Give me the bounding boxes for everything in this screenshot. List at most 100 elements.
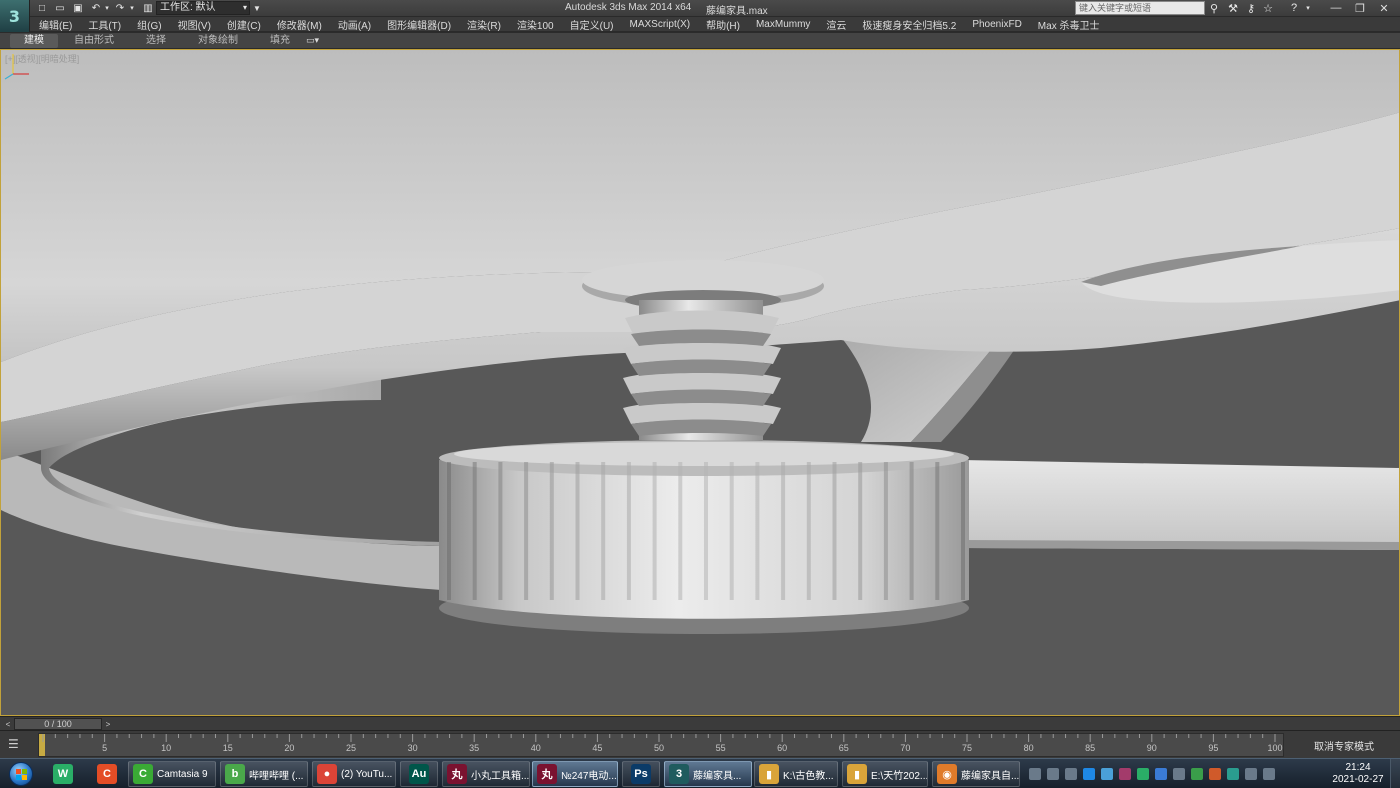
menu-item[interactable]: 图形编辑器(D) [378,17,458,32]
close-button[interactable]: ✕ [1372,0,1396,16]
quick-access-dropdown-icon[interactable]: ▼ [252,1,262,15]
workspace-select[interactable]: 工作区: 默认 ▾ [156,1,250,15]
taskbar-button[interactable]: 丸 №247电动... [532,761,618,787]
camtasia-recorder-icon: C [97,764,117,784]
knob-ridge [832,462,837,600]
taskbar-pinned-app[interactable]: C [90,761,124,787]
menu-item[interactable]: MAXScript(X) [621,19,698,30]
taskbar-button[interactable]: C Camtasia 9 [128,761,216,787]
wrench-icon[interactable]: ⚒ [1226,1,1240,15]
taskbar-button[interactable]: 丸小丸工具箱... [442,761,530,787]
taskbar-button-label: K:\古色教... [783,770,834,782]
qq-icon[interactable] [1083,768,1095,780]
taskbar-pinned-app[interactable]: W [46,761,80,787]
menu-item[interactable]: 工具(T) [79,17,128,32]
ribbon-display-dropdown-icon[interactable]: ▭▾ [306,35,322,46]
ribbon-tab[interactable]: 选择 [130,34,182,48]
application-menu-button[interactable]: 3 [0,0,30,32]
knob-ridge [575,462,580,600]
mini-curve-editor-icon[interactable]: ☰ [8,737,24,751]
app-tray-icon[interactable] [1191,768,1203,780]
taskbar-button[interactable]: Au [400,761,438,787]
menu-item[interactable]: 创建(C) [218,17,268,32]
key-icon[interactable]: ⚷ [1244,1,1258,15]
undo-dropdown-icon[interactable]: ▾ [103,1,111,15]
menu-item[interactable]: 帮助(H) [697,17,747,32]
taskbar-button[interactable]: ◉ 藤编家具自... [932,761,1020,787]
bluetooth-icon[interactable] [1065,768,1077,780]
knob-ridge [781,462,786,600]
taskbar-button[interactable]: b 哔哩哔哩 (... [220,761,308,787]
redo-icon[interactable]: ↷ [114,1,126,15]
menu-item[interactable]: MaxMummy [747,19,817,30]
track-tick-label: 5 [102,743,108,753]
next-frame-button[interactable]: > [102,718,114,730]
menu-item[interactable]: 极速瘦身安全归档5.2 [853,17,963,32]
open-file-icon[interactable]: ▭ [54,1,66,15]
app-tray-icon[interactable] [1119,768,1131,780]
network-icon[interactable] [1047,768,1059,780]
windows-taskbar: 21:24 2021-02-27 W C C Camtasia 9 b 哔哩哔哩 (...… [0,758,1400,788]
taskbar-button[interactable]: Ps [622,761,660,787]
menu-item[interactable]: 视图(V) [169,17,218,32]
sync-icon[interactable] [1155,768,1167,780]
app-window: 3 □ ▭ ▣ ↶ ▾ ↷ ▾ ▥ 工作区: 默认 ▾ ▼ Autodesk 3d… [0,0,1400,788]
flag-icon[interactable] [1263,768,1275,780]
menu-item[interactable]: 编辑(E) [30,17,79,32]
binoculars-icon[interactable]: ⚲ [1207,1,1221,15]
help-icon[interactable]: ? [1287,1,1301,15]
clock[interactable]: 21:24 2021-02-27 [1330,762,1386,786]
knob-ridge [806,462,811,600]
menu-bar: 编辑(E) 工具(T) 组(G) 视图(V) 创建(C) 修改器(M) 动画(A) 图形编辑器… [30,17,1400,32]
hold-icon[interactable]: ▥ [142,1,154,15]
menu-item[interactable]: 渲染100 [508,17,561,32]
expert-mode-button[interactable]: 取消专家模式 [1290,733,1398,757]
battery-icon[interactable] [1173,768,1185,780]
shield-icon[interactable] [1209,768,1221,780]
search-input[interactable]: 键入关键字或短语 [1075,1,1205,15]
perspective-viewport[interactable]: [+][透视][明暗处理] [0,49,1400,716]
track-tick-label: 60 [777,743,788,753]
ribbon-tab[interactable]: 填充 [254,34,306,48]
menu-item[interactable]: 组(G) [128,17,168,32]
taskbar-button[interactable]: ● (2) YouTu... [312,761,396,787]
taskbar-button[interactable]: ▮ K:\古色教... [754,761,838,787]
menu-item[interactable]: 修改器(M) [268,17,329,32]
ribbon-tab[interactable]: 自由形式 [58,34,130,48]
xiaowan-icon: 丸 [447,764,467,784]
track-ruler[interactable]: 5 10 15 20 25 30 35 40 45 50 55 60 65 70 75 80 85 90 95 100 [38,733,1284,757]
time-slider-handle[interactable]: 0 / 100 [14,718,102,730]
ribbon-tab[interactable]: 建模 [10,33,58,48]
help-dropdown-icon[interactable]: ▾ [1301,1,1315,15]
ribbon-grip[interactable] [0,33,10,49]
app-tray-icon[interactable] [1101,768,1113,780]
menu-item[interactable]: PhoenixFD [963,19,1028,30]
menu-item[interactable]: 渲云 [817,17,853,32]
star-icon[interactable]: ☆ [1261,1,1275,15]
knob-ridge [678,462,683,600]
taskbar-button[interactable]: ▮ E:\天竹202... [842,761,928,787]
speaker-icon[interactable] [1245,768,1257,780]
app-tray-icon[interactable] [1227,768,1239,780]
wechat-tray-icon[interactable] [1137,768,1149,780]
keyboard-icon[interactable] [1029,768,1041,780]
redo-dropdown-icon[interactable]: ▾ [128,1,136,15]
menu-item[interactable]: 渲染(R) [458,17,508,32]
system-tray [1026,763,1278,785]
start-button[interactable] [2,760,40,788]
knob-ridge [704,462,708,600]
save-icon[interactable]: ▣ [72,1,84,15]
menu-item[interactable]: Max 杀毒卫士 [1029,17,1107,32]
menu-item[interactable]: 动画(A) [329,17,378,32]
ribbon-tab[interactable]: 对象绘制 [182,34,254,48]
undo-icon[interactable]: ↶ [90,1,102,15]
show-desktop-button[interactable] [1390,759,1400,788]
knob-ridge [729,462,734,600]
knob-ridge [909,462,914,600]
restore-button[interactable]: ❐ [1348,0,1372,16]
minimize-button[interactable]: — [1324,0,1348,16]
previous-frame-button[interactable]: < [2,718,14,730]
menu-item[interactable]: 自定义(U) [561,17,621,32]
taskbar-button[interactable]: 3 藤编家具... [664,761,752,787]
new-file-icon[interactable]: □ [36,1,48,15]
